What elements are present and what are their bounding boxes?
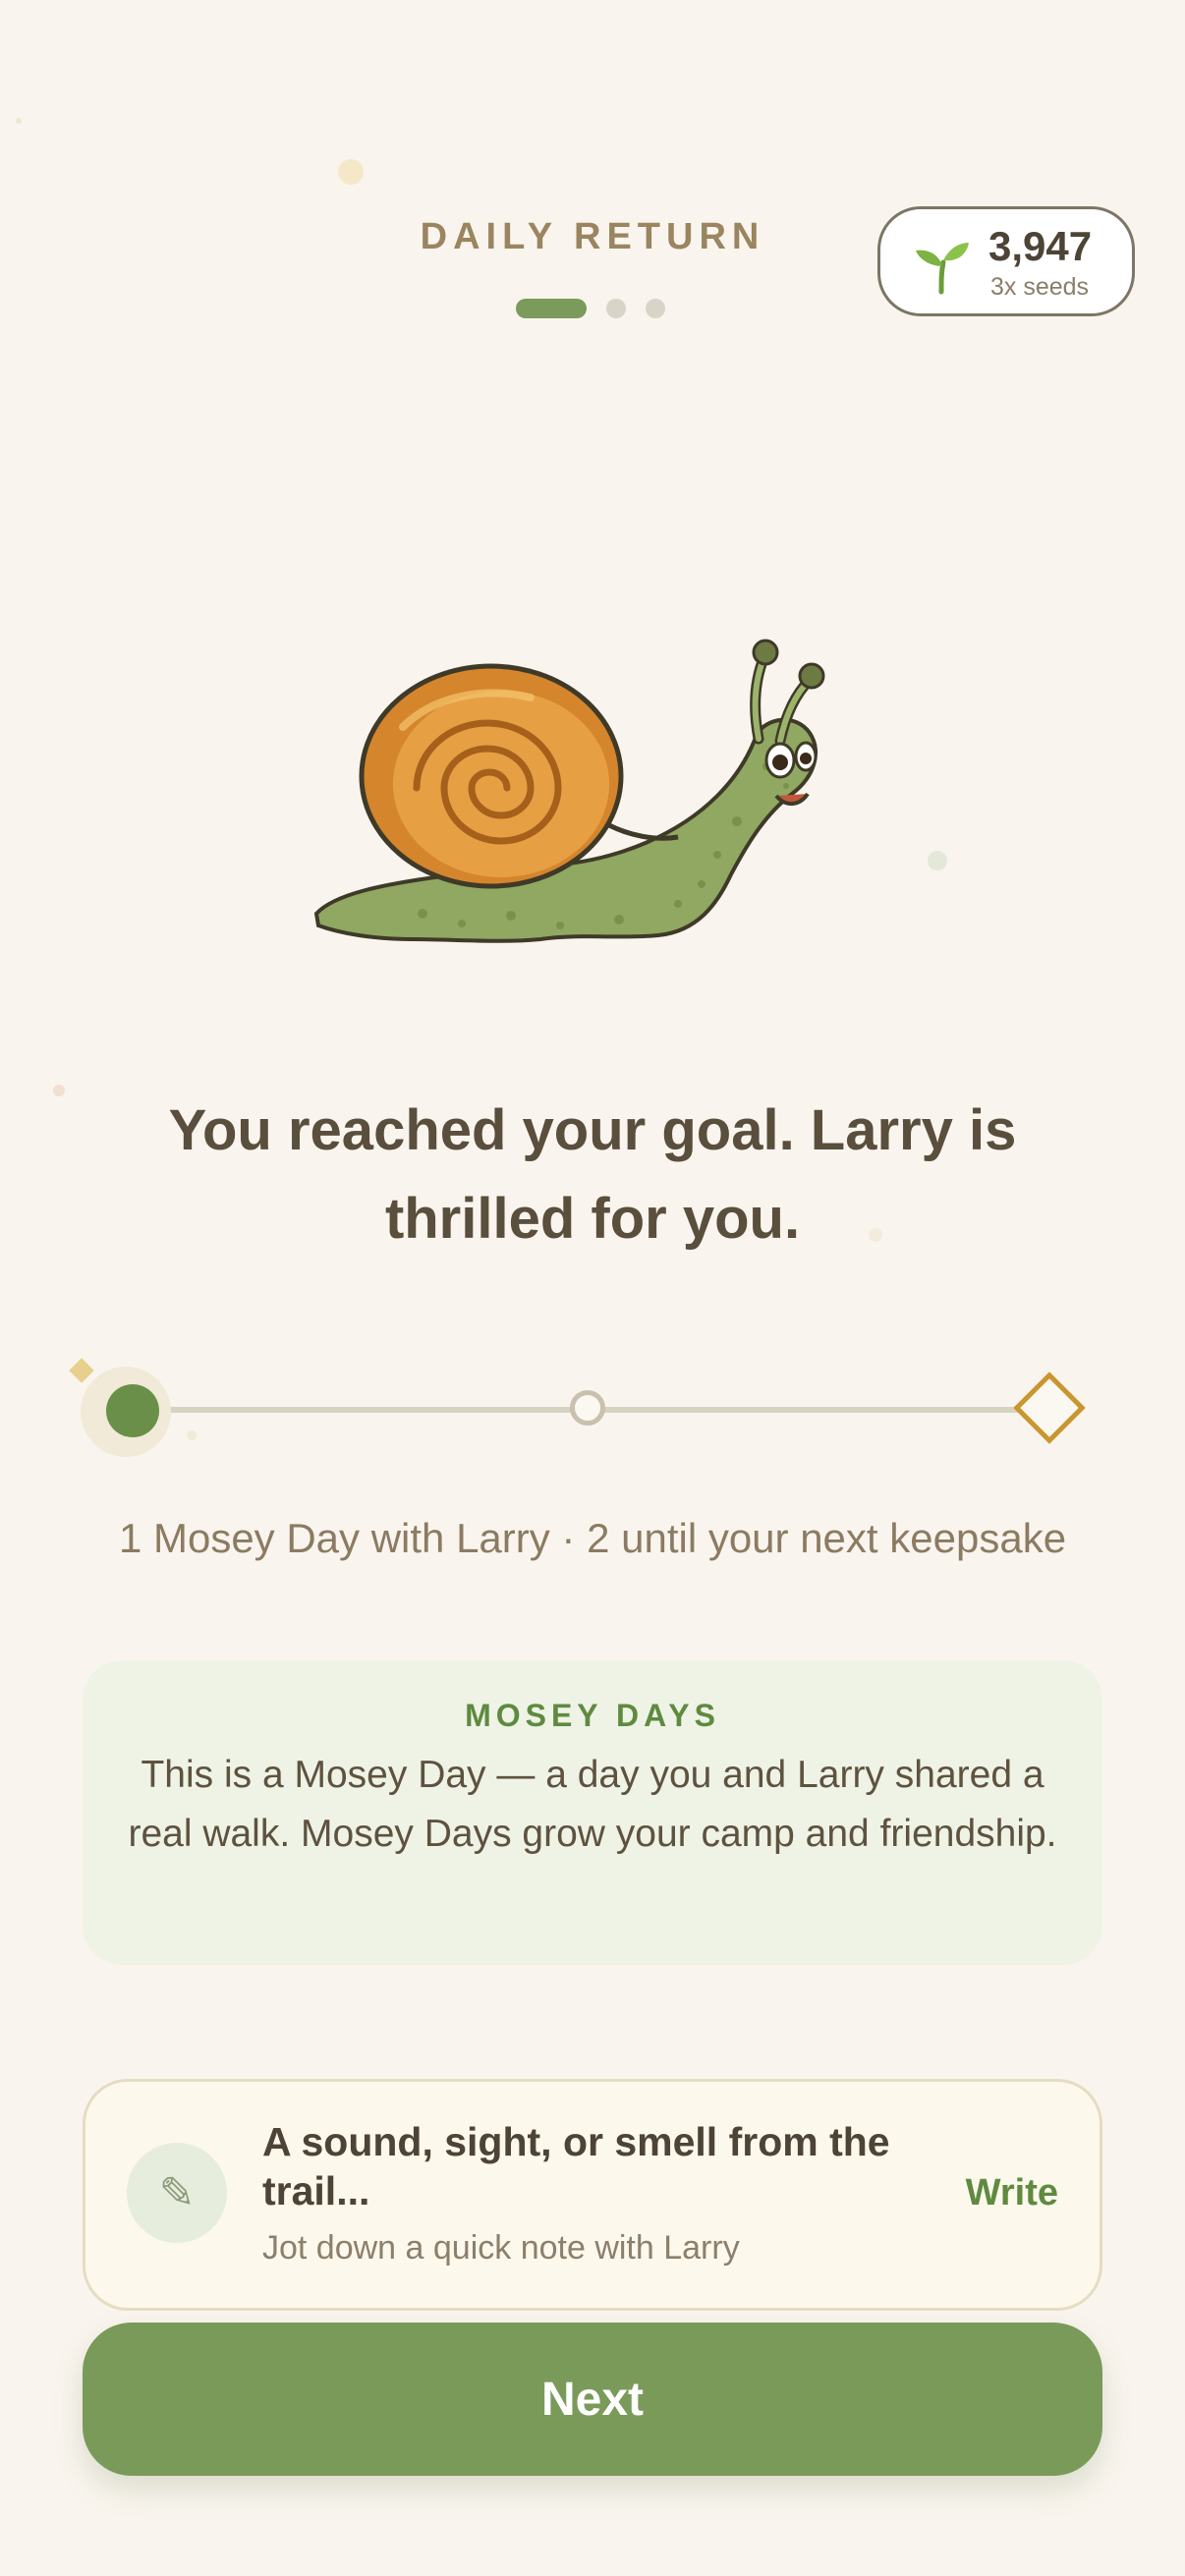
- next-button[interactable]: Next: [83, 2323, 1102, 2476]
- page-indicator: [516, 299, 665, 318]
- decor-dot: [338, 159, 364, 185]
- sprout-icon: [916, 243, 969, 295]
- pencil-icon: ✎: [127, 2143, 227, 2243]
- mosey-days-title: MOSEY DAYS: [465, 1698, 720, 1733]
- write-button[interactable]: Write: [966, 2172, 1058, 2214]
- page-dot: [646, 299, 665, 318]
- seed-counter-badge[interactable]: 3,947 3x seeds: [877, 206, 1135, 316]
- goal-headline: You reached your goal. Larry is thrilled…: [168, 1098, 1017, 1251]
- progress-next-node: [570, 1390, 605, 1426]
- progress-current-node: [106, 1384, 159, 1437]
- decor-dot: [53, 1085, 65, 1096]
- seed-count: 3,947: [988, 223, 1093, 269]
- mosey-days-description: This is a Mosey Day — a day you and Larr…: [128, 1754, 1057, 1855]
- decor-dot: [928, 851, 947, 870]
- mosey-day-summary: 1 Mosey Day with Larry · 2 until your ne…: [118, 1515, 1067, 1561]
- page-dot: [606, 299, 626, 318]
- snail-illustration: [313, 639, 825, 943]
- mosey-days-card: MOSEY DAYS This is a Mosey Day — a day y…: [83, 1660, 1102, 1965]
- page-dot-active: [516, 299, 587, 318]
- seed-multiplier: 3x seeds: [990, 273, 1090, 301]
- decor-dot: [16, 118, 22, 124]
- journal-subtitle: Jot down a quick note with Larry: [262, 2229, 740, 2267]
- journal-prompt: A sound, sight, or smell from the trail.…: [262, 2119, 890, 2213]
- diamond-icon: [1013, 1372, 1086, 1444]
- journal-prompt-card[interactable]: ✎ A sound, sight, or smell from the trai…: [83, 2079, 1102, 2311]
- keepsake-progress-track: [59, 1361, 1100, 1459]
